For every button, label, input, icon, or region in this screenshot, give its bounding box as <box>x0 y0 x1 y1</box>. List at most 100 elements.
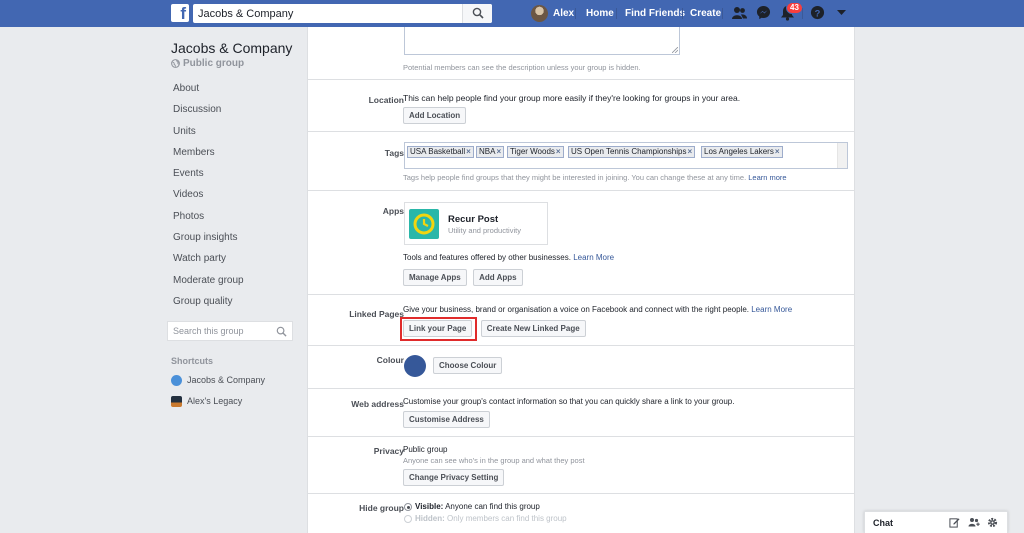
change-privacy-setting-button[interactable]: Change Privacy Setting <box>403 469 505 486</box>
sidebar-item-group-quality[interactable]: Group quality <box>173 296 244 317</box>
app-card[interactable]: Recur Post Utility and productivity <box>404 202 548 245</box>
help-icon[interactable]: ? <box>810 5 825 20</box>
tags-input[interactable]: USA Basketball× NBA× Tiger Woods× US Ope… <box>404 142 848 169</box>
location-label: Location <box>368 95 404 105</box>
profile-link[interactable]: Alex <box>531 4 574 23</box>
privacy-label: Privacy <box>373 446 404 456</box>
globe-icon <box>171 59 180 68</box>
description-textarea[interactable] <box>404 27 680 55</box>
hidden-option-title: Hidden: <box>415 514 445 523</box>
sidebar-item-units[interactable]: Units <box>173 126 244 147</box>
sidebar-item-discussion[interactable]: Discussion <box>173 104 244 125</box>
hidden-option: Hidden: Only members can find this group <box>415 514 567 523</box>
search-icon[interactable] <box>276 326 287 337</box>
apps-learn-more-link[interactable]: Learn More <box>573 253 614 262</box>
group-icon <box>171 374 182 386</box>
linked-pages-row: Linked Pages Give your business, brand o… <box>308 294 854 345</box>
visible-radio[interactable] <box>404 503 412 511</box>
colour-label: Colour <box>376 355 404 365</box>
tag-label: US Open Tennis Championships <box>571 147 687 156</box>
add-apps-button[interactable]: Add Apps <box>473 269 523 286</box>
tags-scrollbar[interactable] <box>837 143 847 168</box>
shortcut-item[interactable]: Jacobs & Company <box>171 373 265 387</box>
create-group-icon[interactable] <box>968 517 980 528</box>
remove-tag-icon[interactable]: × <box>775 147 780 156</box>
group-privacy-label: Public group <box>171 58 244 69</box>
create-new-linked-page-button[interactable]: Create New Linked Page <box>480 320 586 337</box>
tag-chip: NBA× <box>476 146 505 158</box>
global-search-input[interactable] <box>193 4 455 23</box>
nav-divider <box>802 8 803 19</box>
visible-option-text: Anyone can find this group <box>445 502 540 511</box>
sidebar-item-photos[interactable]: Photos <box>173 211 244 232</box>
remove-tag-icon[interactable]: × <box>556 147 561 156</box>
tag-label: Los Angeles Lakers <box>704 147 774 156</box>
remove-tag-icon[interactable]: × <box>687 147 692 156</box>
customise-address-button[interactable]: Customise Address <box>403 411 490 428</box>
hidden-radio[interactable] <box>404 515 412 523</box>
shortcuts-heading: Shortcuts <box>171 356 214 366</box>
find-friends-link[interactable]: Find Friends <box>625 8 685 19</box>
search-button[interactable] <box>462 4 492 23</box>
friend-requests-icon[interactable] <box>731 5 747 21</box>
account-menu-dropdown-icon[interactable] <box>837 10 846 16</box>
remove-tag-icon[interactable]: × <box>496 147 501 156</box>
web-address-row: Web address Customise your group's conta… <box>308 388 854 436</box>
sidebar-item-events[interactable]: Events <box>173 168 244 189</box>
chat-settings-gear-icon[interactable] <box>987 517 998 528</box>
tag-chip: Tiger Woods× <box>507 146 564 158</box>
location-description: This can help people find your group mor… <box>403 93 741 103</box>
privacy-row: Privacy Public group Anyone can see who'… <box>308 436 854 493</box>
manage-apps-button[interactable]: Manage Apps <box>403 269 467 286</box>
hidden-option-text: Only members can find this group <box>447 514 567 523</box>
create-link[interactable]: Create <box>690 8 721 19</box>
choose-colour-button[interactable]: Choose Colour <box>433 357 503 374</box>
web-address-label: Web address <box>351 399 404 409</box>
web-address-description: Customise your group's contact informati… <box>403 397 735 406</box>
location-row: Location This can help people find your … <box>308 79 854 131</box>
sidebar-item-watch-party[interactable]: Watch party <box>173 253 244 274</box>
home-link[interactable]: Home <box>586 8 614 19</box>
hide-group-row: Hide group Visible: Anyone can find this… <box>308 493 854 533</box>
apps-row: Apps Recur Post Utility and productivity… <box>308 190 854 294</box>
sidebar-item-moderate-group[interactable]: Moderate group <box>173 275 244 296</box>
sidebar-item-members[interactable]: Members <box>173 147 244 168</box>
profile-name: Alex <box>553 8 575 19</box>
shortcut-item[interactable]: Alex's Legacy <box>171 394 242 408</box>
group-title[interactable]: Jacobs & Company <box>171 40 292 56</box>
group-navigation: About Discussion Units Members Events Vi… <box>173 83 244 317</box>
remove-tag-icon[interactable]: × <box>466 147 471 156</box>
linked-pages-learn-more-link[interactable]: Learn More <box>751 305 792 314</box>
add-location-button[interactable]: Add Location <box>403 107 467 124</box>
tag-chip: USA Basketball× <box>407 146 474 158</box>
resize-handle-icon[interactable] <box>672 47 678 53</box>
group-search-input[interactable] <box>168 322 272 340</box>
tags-learn-more-link[interactable]: Learn more <box>748 173 786 182</box>
shortcut-label: Alex's Legacy <box>187 396 243 406</box>
sidebar-item-videos[interactable]: Videos <box>173 189 244 210</box>
sidebar-item-about[interactable]: About <box>173 83 244 104</box>
linked-pages-text: Give your business, brand or organisatio… <box>403 305 749 314</box>
shortcut-label: Jacobs & Company <box>187 375 266 385</box>
tags-row: Tags USA Basketball× NBA× Tiger Woods× U… <box>308 131 854 190</box>
tag-chip: Los Angeles Lakers× <box>701 146 783 158</box>
group-privacy-text: Public group <box>183 58 245 69</box>
linked-pages-description: Give your business, brand or organisatio… <box>403 305 792 314</box>
apps-hint-text: Tools and features offered by other busi… <box>403 253 571 262</box>
tag-label: USA Basketball <box>410 147 466 156</box>
svg-text:?: ? <box>815 8 821 18</box>
messenger-icon[interactable] <box>756 5 771 20</box>
linked-pages-label: Linked Pages <box>349 309 404 319</box>
new-message-icon[interactable] <box>949 517 960 528</box>
top-navigation-bar: Alex Home Find Friends Create 43 ? <box>0 0 1024 27</box>
colour-swatch[interactable] <box>404 355 426 377</box>
chat-sidebar-tab[interactable]: Chat <box>864 511 1008 533</box>
sidebar-item-group-insights[interactable]: Group insights <box>173 232 244 253</box>
tag-chip: US Open Tennis Championships× <box>568 146 696 158</box>
facebook-logo-icon[interactable] <box>171 4 189 24</box>
privacy-value: Public group <box>403 445 448 454</box>
search-icon <box>472 7 484 19</box>
apps-hint: Tools and features offered by other busi… <box>403 253 614 262</box>
description-hint: Potential members can see the descriptio… <box>403 63 641 72</box>
tag-label: Tiger Woods <box>510 147 555 156</box>
